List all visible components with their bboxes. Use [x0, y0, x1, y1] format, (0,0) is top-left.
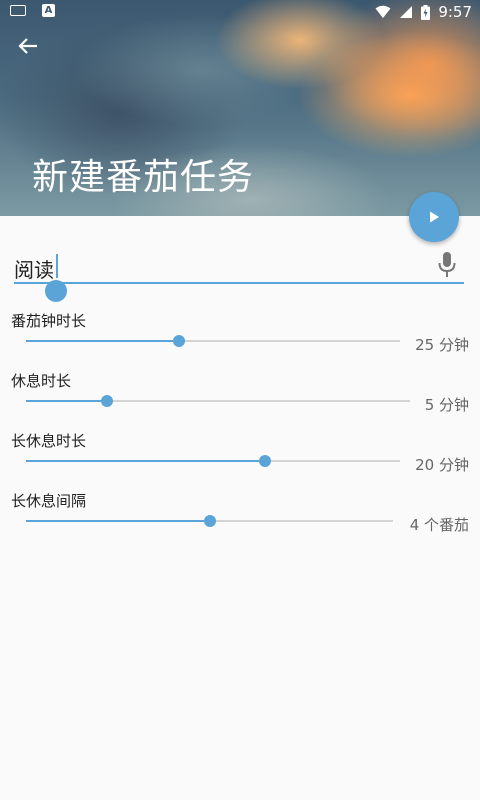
- start-button[interactable]: [409, 192, 459, 242]
- microphone-icon[interactable]: [436, 250, 458, 280]
- pomodoro-duration-slider[interactable]: [26, 335, 400, 347]
- play-icon: [430, 211, 439, 223]
- slider-fill: [26, 520, 210, 522]
- cursor-handle[interactable]: [45, 280, 67, 302]
- pomodoro-duration-value: 25 分钟: [415, 336, 469, 354]
- break-duration-label: 休息时长: [11, 372, 72, 390]
- slider-fill: [26, 400, 107, 402]
- slider-thumb[interactable]: [173, 335, 186, 347]
- status-bar: A 9:57: [0, 0, 480, 24]
- keyboard-icon: [10, 5, 26, 16]
- slider-thumb[interactable]: [203, 515, 216, 527]
- long-break-duration-value: 20 分钟: [415, 456, 469, 474]
- pomodoro-duration-label: 番茄钟时长: [11, 312, 87, 330]
- long-break-duration-label: 长休息时长: [11, 432, 87, 450]
- back-arrow-icon: [18, 38, 37, 54]
- battery-icon: [421, 4, 431, 20]
- slider-fill: [26, 460, 266, 462]
- long-break-interval-value: 4 个番茄: [409, 516, 469, 534]
- break-duration-slider[interactable]: [26, 395, 410, 407]
- long-break-interval-label: 长休息间隔: [11, 492, 87, 510]
- slider-fill: [26, 340, 180, 342]
- slider-thumb[interactable]: [100, 395, 113, 407]
- a-notification-icon: A: [42, 4, 55, 17]
- back-button[interactable]: [14, 32, 42, 60]
- slider-thumb[interactable]: [259, 455, 272, 467]
- clock: 9:57: [438, 3, 472, 21]
- wifi-icon: [375, 5, 391, 18]
- page-title: 新建番茄任务: [32, 157, 255, 198]
- long-break-duration-slider[interactable]: [26, 455, 400, 467]
- break-duration-value: 5 分钟: [424, 396, 469, 414]
- long-break-interval-slider[interactable]: [26, 515, 393, 527]
- signal-icon: [400, 6, 413, 18]
- task-name-value: 阅读: [14, 258, 54, 282]
- text-cursor: [56, 254, 58, 278]
- task-name-input[interactable]: 阅读: [14, 250, 464, 302]
